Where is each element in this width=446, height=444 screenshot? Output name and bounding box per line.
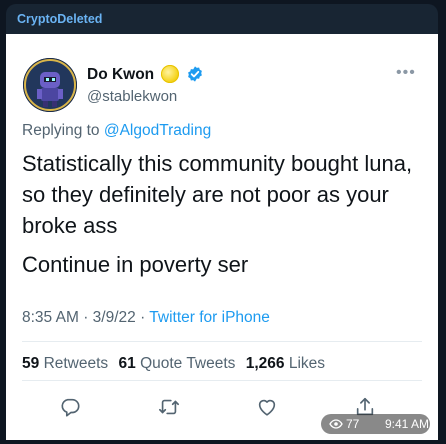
retweet-icon[interactable] [158, 396, 180, 418]
divider [22, 380, 422, 381]
retweets-count: 59 [22, 355, 40, 372]
heart-icon[interactable] [256, 396, 278, 418]
replying-to: Replying to @AlgodTrading [22, 122, 211, 140]
tweet-text: Statistically this community bought luna… [22, 148, 426, 280]
tweet-metadata: 8:35 AM · 3/9/22 · Twitter for iPhone [22, 309, 270, 327]
separator: · [83, 309, 89, 326]
tweet-stats: 59 Retweets 61 Quote Tweets 1,266 Likes [22, 355, 331, 373]
divider [22, 341, 422, 342]
replying-to-link[interactable]: @AlgodTrading [104, 122, 211, 139]
tweet-date[interactable]: 3/9/22 [93, 309, 136, 326]
channel-name[interactable]: CryptoDeleted [17, 12, 102, 26]
separator: · [140, 309, 146, 326]
quotes-count: 61 [118, 355, 136, 372]
replying-prefix: Replying to [22, 122, 100, 139]
reply-icon[interactable] [59, 396, 81, 418]
retweets-stat[interactable]: 59 Retweets [22, 355, 113, 372]
message-time: 9:41 AM [385, 417, 430, 431]
likes-count: 1,266 [245, 355, 285, 372]
likes-label: Likes [288, 355, 326, 372]
message-meta: 77 9:41 AM [321, 414, 430, 434]
retweets-label: Retweets [43, 355, 109, 372]
tweet-time[interactable]: 8:35 AM [22, 309, 79, 326]
quotes-label: Quote Tweets [140, 355, 236, 372]
verified-badge-icon [188, 66, 202, 82]
coin-emoji-icon [161, 65, 179, 83]
author-name[interactable]: Do Kwon [87, 66, 154, 84]
author-handle[interactable]: @stablekwon [87, 88, 177, 105]
avatar [23, 58, 77, 112]
quote-tweets-stat[interactable]: 61 Quote Tweets [119, 355, 240, 372]
tweet-screenshot[interactable]: Do Kwon @stablekwon ••• Replying to @Alg… [6, 34, 438, 440]
eye-icon [329, 419, 343, 429]
view-count: 77 [346, 417, 360, 431]
tweet-source-link[interactable]: Twitter for iPhone [149, 309, 270, 326]
tweet-paragraph: Continue in poverty ser [22, 252, 249, 277]
more-options-icon[interactable]: ••• [396, 64, 416, 82]
tweet-paragraph: Statistically this community bought luna… [22, 151, 413, 238]
likes-stat[interactable]: 1,266 Likes [246, 355, 325, 372]
